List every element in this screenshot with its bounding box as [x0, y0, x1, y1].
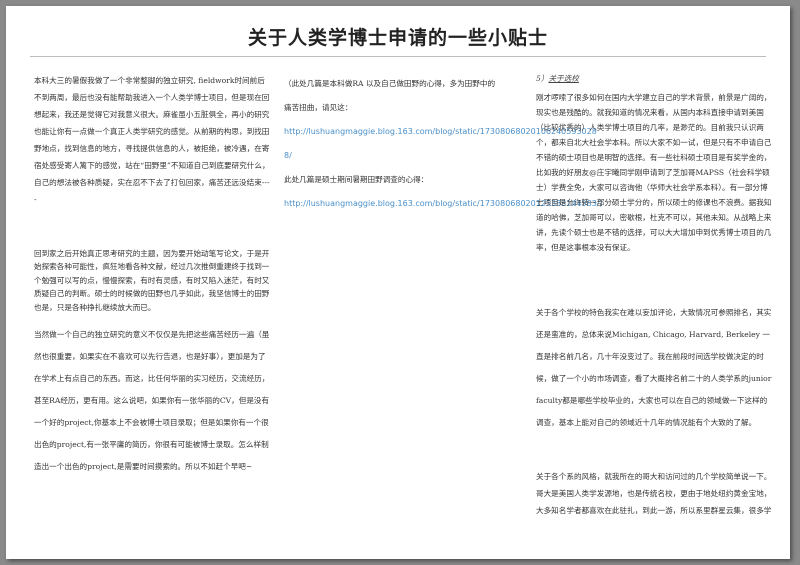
paragraph-rankings: 关于各个学校的特色我实在难以妄加评论，大致情况可参照排名，其实还是蛮准的，总体来…	[536, 302, 774, 434]
blog-link-1[interactable]: http://lushuangmaggie.blog.163.com/blog/…	[284, 120, 597, 168]
blog-link-2[interactable]: http://lushuangmaggie.blog.163.com/blog/…	[284, 192, 608, 216]
section-heading-text: 5）关于选校	[536, 72, 774, 86]
note-intro-summer: 此处几篇是硕士期间暑期田野调查的心得：	[284, 175, 429, 184]
page-title: 关于人类学博士申请的一些小贴士	[247, 27, 548, 49]
paragraph-department-style: 关于各个系的风格，就我所在的哥大和访问过的几个学校简单说一下。哥大是美国人类学发…	[536, 468, 774, 519]
paragraph-text: 刚才啰嗦了很多如何在国内大学建立自己的学术背景，前景是广阔的，现实也是残酷的。就…	[536, 93, 772, 252]
section-heading: 5）关于选校	[536, 72, 774, 86]
paragraph-text: 关于各个学校的特色我实在难以妄加评论，大致情况可参照排名，其实还是蛮准的，总体来…	[536, 308, 772, 427]
paragraph-after-fieldwork: 回到家之后开始真正思考研究的主题，因为要开始动笔写论文，于是开始探索各种可能性，…	[34, 247, 270, 314]
paragraph-text: 本科大三的暑假我做了一个非常整脚的独立研究, fieldwork时间前后不到两周…	[34, 76, 270, 204]
paragraph-independent-research: 本科大三的暑假我做了一个非常整脚的独立研究, fieldwork时间前后不到两周…	[34, 72, 270, 208]
paragraph-text: 关于各个系的风格，就我所在的哥大和访问过的几个学校简单说一下。哥大是美国人类学发…	[536, 472, 772, 515]
paragraph-text: 回到家之后开始真正思考研究的主题，因为要开始动笔写论文，于是开始探索各种可能性，…	[34, 249, 270, 312]
section-number: 5）	[536, 74, 549, 83]
paragraph-text: 当然做一个自己的独立研究的意义不仅仅是先把这些痛苦经历一遍（虽然也很重要，如果实…	[34, 330, 270, 471]
note-intro-ra: （此处几篇是本科做RA 以及自己做田野的心得，多为田野中的痛苦扭曲，请见这：	[284, 79, 496, 112]
paragraph-project-value: 当然做一个自己的独立研究的意义不仅仅是先把这些痛苦经历一遍（虽然也很重要，如果实…	[34, 324, 270, 478]
section-title: 关于选校	[548, 74, 579, 83]
note-block: （此处几篇是本科做RA 以及自己做田野的心得，多为田野中的痛苦扭曲，请见这： h…	[284, 72, 608, 216]
paragraph-school-choice: 刚才啰嗦了很多如何在国内大学建立自己的学术背景，前景是广阔的，现实也是残酷的。就…	[536, 90, 774, 255]
title-divider	[30, 56, 766, 57]
document-page: 关于人类学博士申请的一些小贴士 本科大三的暑假我做了一个非常整脚的独立研究, f…	[6, 6, 790, 559]
